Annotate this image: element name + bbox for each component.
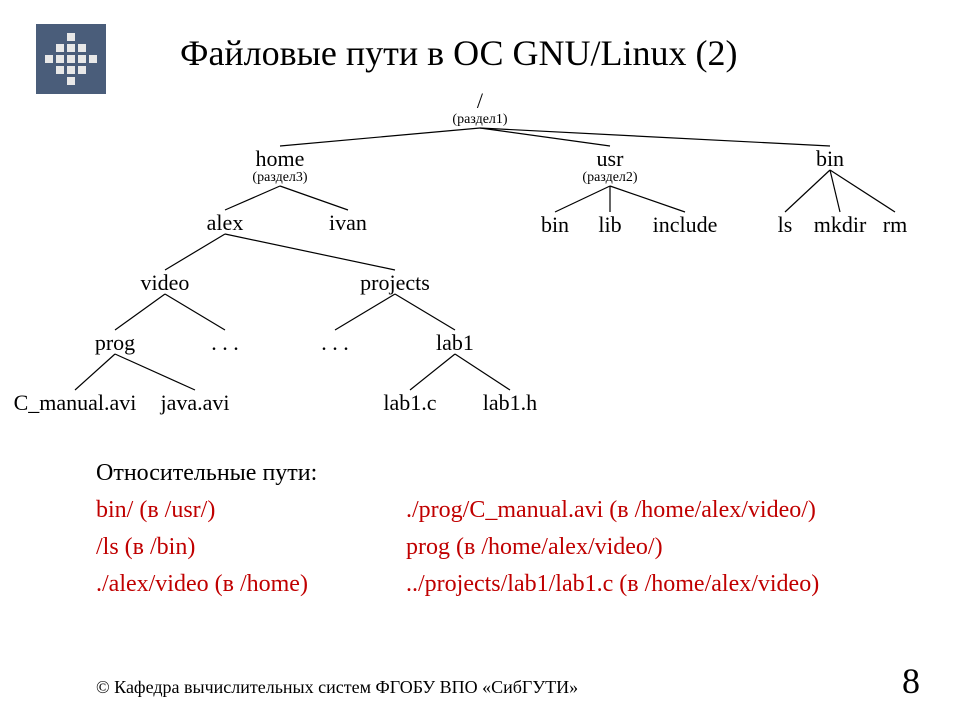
tree-node-prog: prog	[95, 330, 135, 356]
tree-node-video: video	[141, 270, 190, 296]
tree-node-usr_bin: bin	[541, 212, 569, 238]
slide-title: Файловые пути в ОС GNU/Linux (2)	[180, 32, 738, 74]
tree-node-dots1: . . .	[211, 330, 239, 356]
path-example: prog (в /home/alex/video/)	[406, 534, 819, 561]
tree-node-home: home(раздел3)	[252, 146, 307, 186]
tree-node-mkdir: mkdir	[814, 212, 867, 238]
paths-heading: Относительные пути:	[96, 460, 819, 487]
tree-node-cmanual: C_manual.avi	[14, 390, 137, 416]
dept-logo	[36, 24, 106, 94]
path-example: ./prog/C_manual.avi (в /home/alex/video/…	[406, 497, 819, 524]
tree-node-lab1: lab1	[436, 330, 474, 356]
copyright-footer: © Кафедра вычислительных систем ФГОБУ ВП…	[96, 677, 578, 698]
path-example: ../projects/lab1/lab1.c (в /home/alex/vi…	[406, 571, 819, 598]
tree-node-bin_top: bin	[816, 146, 844, 172]
tree-node-ls: ls	[778, 212, 793, 238]
filesystem-tree: /(раздел1) home(раздел3) usr(раздел2) bin al…	[0, 88, 960, 448]
tree-node-usr: usr(раздел2)	[582, 146, 637, 186]
path-example: bin/ (в /usr/)	[96, 497, 386, 524]
tree-node-rm: rm	[883, 212, 907, 238]
relative-paths-block: Относительные пути: bin/ (в /usr/) ./prog…	[96, 460, 819, 598]
tree-node-lab1c: lab1.c	[383, 390, 436, 416]
page-number: 8	[902, 660, 920, 702]
tree-node-projects: projects	[360, 270, 430, 296]
tree-node-lab1h: lab1.h	[483, 390, 537, 416]
tree-node-root: /(раздел1)	[452, 88, 507, 128]
tree-node-java: java.avi	[160, 390, 229, 416]
tree-node-usr_include: include	[653, 212, 718, 238]
slide: Файловые пути в ОС GNU/Linux (2) /(разде…	[0, 0, 960, 720]
tree-node-ivan: ivan	[329, 210, 367, 236]
tree-node-alex: alex	[207, 210, 244, 236]
path-example: ./alex/video (в /home)	[96, 571, 386, 598]
tree-node-dots2: . . .	[321, 330, 349, 356]
path-example: /ls (в /bin)	[96, 534, 386, 561]
tree-node-usr_lib: lib	[598, 212, 621, 238]
